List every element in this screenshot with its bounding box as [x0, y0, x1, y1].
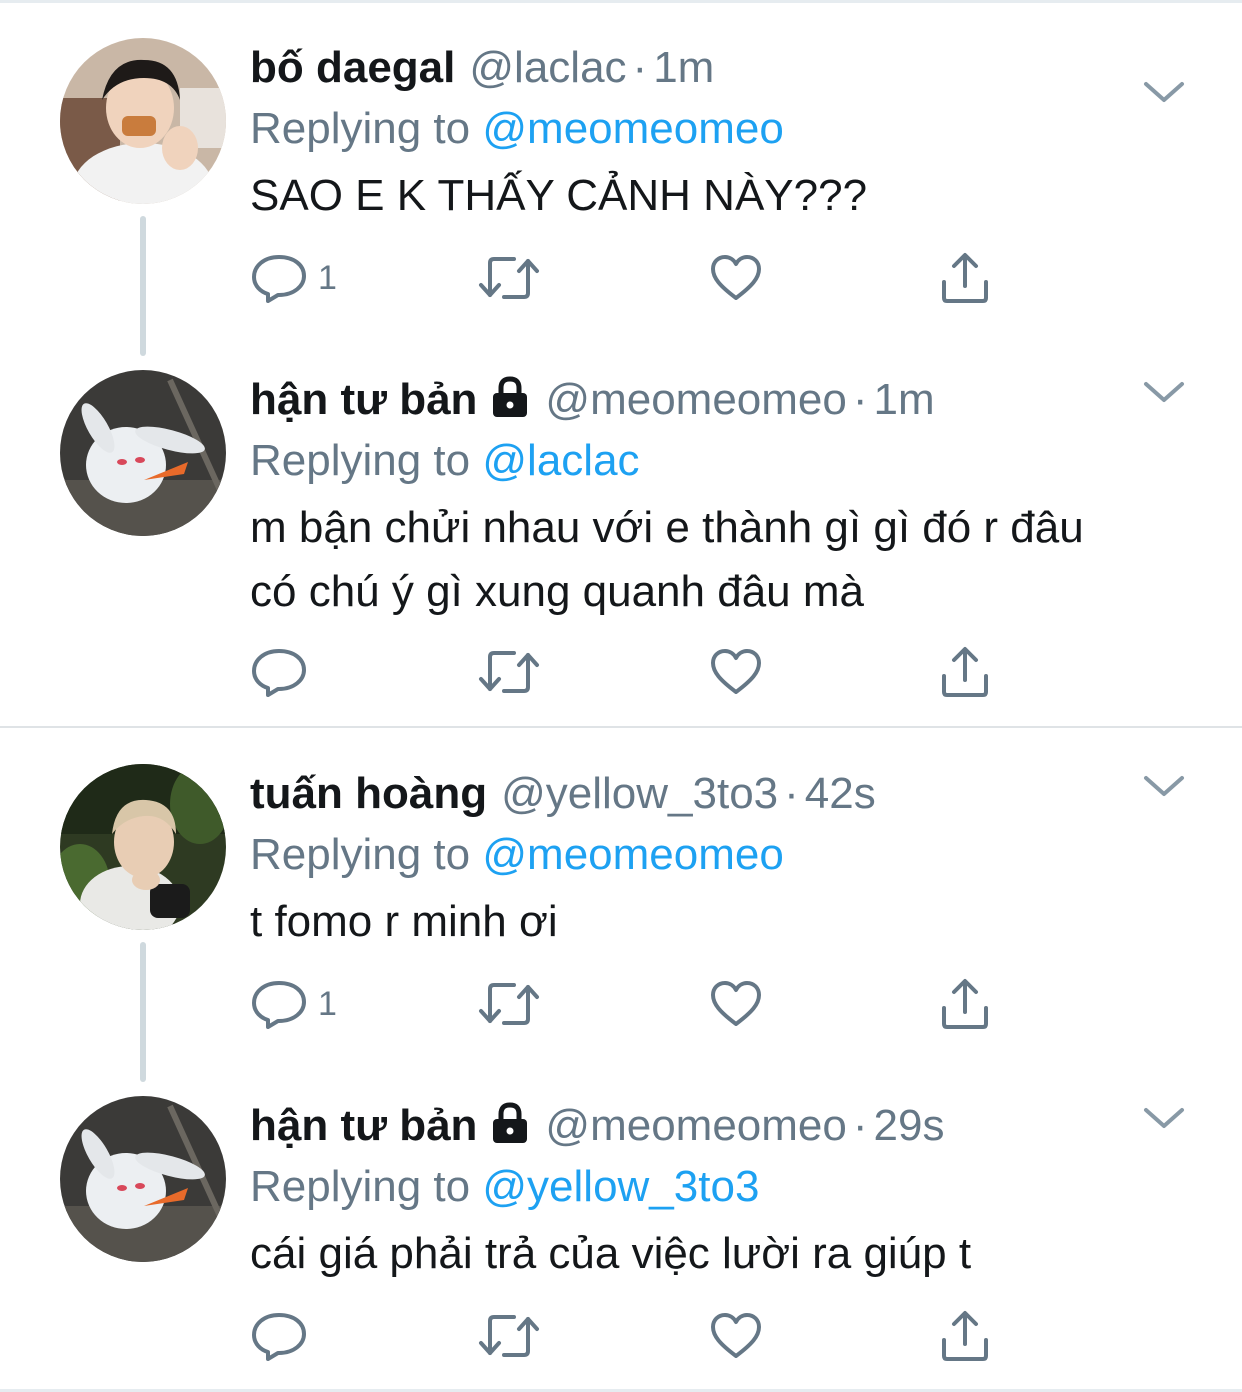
replying-to: Replying to @meomeomeo: [250, 824, 1190, 886]
chevron-down-icon[interactable]: [1140, 378, 1188, 408]
like-button[interactable]: [710, 248, 762, 308]
retweet-button[interactable]: [478, 248, 540, 308]
thread-line: [140, 216, 146, 356]
thread-line: [140, 942, 146, 1082]
display-name[interactable]: tuấn hoàng: [250, 769, 487, 818]
tweet-text-line: t fomo r minh ơi: [250, 897, 558, 946]
tweet-header: tuấn hoàng @yellow_3to3 · 42s: [250, 764, 1190, 824]
reply-icon: [252, 649, 306, 697]
lock-icon: [493, 1102, 528, 1143]
retweet-button[interactable]: [478, 642, 540, 702]
action-bar: 1: [250, 248, 1010, 308]
reply-mention-link[interactable]: @meomeomeo: [482, 830, 783, 879]
timestamp[interactable]: 1m: [653, 43, 714, 92]
avatar[interactable]: [60, 1096, 226, 1262]
reply-mention-link[interactable]: @meomeomeo: [482, 104, 783, 153]
tweet-text-line: cái giá phải trả của việc lười ra giúp t: [250, 1229, 972, 1278]
reply-button[interactable]: [250, 642, 318, 702]
tweet-text: cái giá phải trả của việc lười ra giúp t: [250, 1222, 1190, 1286]
action-bar: [250, 642, 1010, 702]
username[interactable]: @meomeomeo: [545, 1101, 846, 1150]
replying-to: Replying to @meomeomeo: [250, 98, 1190, 160]
reply-icon: [252, 1313, 306, 1361]
retweet-icon: [479, 1315, 539, 1357]
like-button[interactable]: [710, 974, 762, 1034]
chevron-down-icon[interactable]: [1140, 772, 1188, 802]
username[interactable]: @yellow_3to3: [501, 769, 778, 818]
replying-to: Replying to @yellow_3to3: [250, 1156, 1190, 1218]
timestamp[interactable]: 42s: [805, 769, 876, 818]
reply-mention-link[interactable]: @yellow_3to3: [482, 1162, 759, 1211]
reply-count: 1: [318, 259, 337, 297]
tweet-header: hận tư bản @meomeomeo · 1m: [250, 370, 1190, 430]
separator-dot: ·: [852, 375, 868, 424]
reply-icon: [252, 981, 306, 1029]
tweet-text: SAO E K THẤY CẢNH NÀY???: [250, 164, 1190, 228]
tweet-text: t fomo r minh ơi: [250, 890, 1190, 954]
reply-button[interactable]: [250, 1306, 318, 1366]
tweet-text-line: m bận chửi nhau với e thành gì gì đó r đ…: [250, 503, 1084, 552]
replying-to-label: Replying to: [250, 104, 471, 153]
action-bar: 1: [250, 974, 1010, 1034]
like-button[interactable]: [710, 1306, 762, 1366]
tweet-header: hận tư bản @meomeomeo · 29s: [250, 1096, 1190, 1156]
replying-to-label: Replying to: [250, 436, 471, 485]
retweet-button[interactable]: [478, 974, 540, 1034]
reply-button[interactable]: 1: [250, 974, 337, 1034]
top-edge: [0, 0, 1242, 3]
username[interactable]: @laclac: [469, 43, 626, 92]
action-bar: [250, 1306, 1010, 1366]
separator-dot: ·: [632, 43, 648, 92]
tweet-text-line: có chú ý gì xung quanh đâu mà: [250, 567, 864, 616]
replying-to: Replying to @laclac: [250, 430, 1190, 492]
share-button[interactable]: [940, 642, 990, 702]
share-icon: [942, 253, 988, 303]
retweet-icon: [479, 651, 539, 693]
avatar[interactable]: [60, 38, 226, 204]
display-name[interactable]: hận tư bản: [250, 1101, 477, 1150]
reply-button[interactable]: 1: [250, 248, 337, 308]
retweet-icon: [479, 983, 539, 1025]
display-name[interactable]: bố daegal: [250, 43, 455, 92]
timestamp[interactable]: 1m: [874, 375, 935, 424]
heart-icon: [711, 649, 761, 694]
heart-icon: [711, 981, 761, 1026]
lock-icon: [493, 376, 528, 417]
username[interactable]: @meomeomeo: [545, 375, 846, 424]
tweet-content: hận tư bản @meomeomeo · 29s Replying to @y…: [250, 1096, 1190, 1286]
tweet-text-line: SAO E K THẤY CẢNH NÀY???: [250, 171, 868, 220]
conversation-divider: [0, 726, 1242, 728]
chevron-down-icon[interactable]: [1140, 1104, 1188, 1134]
avatar[interactable]: [60, 370, 226, 536]
replying-to-label: Replying to: [250, 830, 471, 879]
tweet-content: bố daegal @laclac · 1m Replying to @meomeom…: [250, 38, 1190, 228]
timestamp[interactable]: 29s: [874, 1101, 945, 1150]
reply-icon: [252, 255, 306, 303]
share-icon: [942, 1311, 988, 1361]
tweet-content: hận tư bản @meomeomeo · 1m Replying to @la…: [250, 370, 1190, 624]
share-button[interactable]: [940, 248, 990, 308]
retweet-icon: [479, 257, 539, 299]
replying-to-label: Replying to: [250, 1162, 471, 1211]
avatar[interactable]: [60, 764, 226, 930]
share-button[interactable]: [940, 1306, 990, 1366]
tweet-header: bố daegal @laclac · 1m: [250, 38, 1190, 98]
reply-mention-link[interactable]: @laclac: [482, 436, 639, 485]
like-button[interactable]: [710, 642, 762, 702]
share-icon: [942, 979, 988, 1029]
tweet-content: tuấn hoàng @yellow_3to3 · 42s Replying to @…: [250, 764, 1190, 954]
separator-dot: ·: [852, 1101, 868, 1150]
retweet-button[interactable]: [478, 1306, 540, 1366]
share-button[interactable]: [940, 974, 990, 1034]
heart-icon: [711, 255, 761, 300]
tweet-text: m bận chửi nhau với e thành gì gì đó r đ…: [250, 496, 1190, 624]
separator-dot: ·: [784, 769, 799, 818]
heart-icon: [711, 1313, 761, 1358]
display-name[interactable]: hận tư bản: [250, 375, 477, 424]
reply-count: 1: [318, 985, 337, 1023]
share-icon: [942, 647, 988, 697]
chevron-down-icon[interactable]: [1140, 78, 1188, 108]
